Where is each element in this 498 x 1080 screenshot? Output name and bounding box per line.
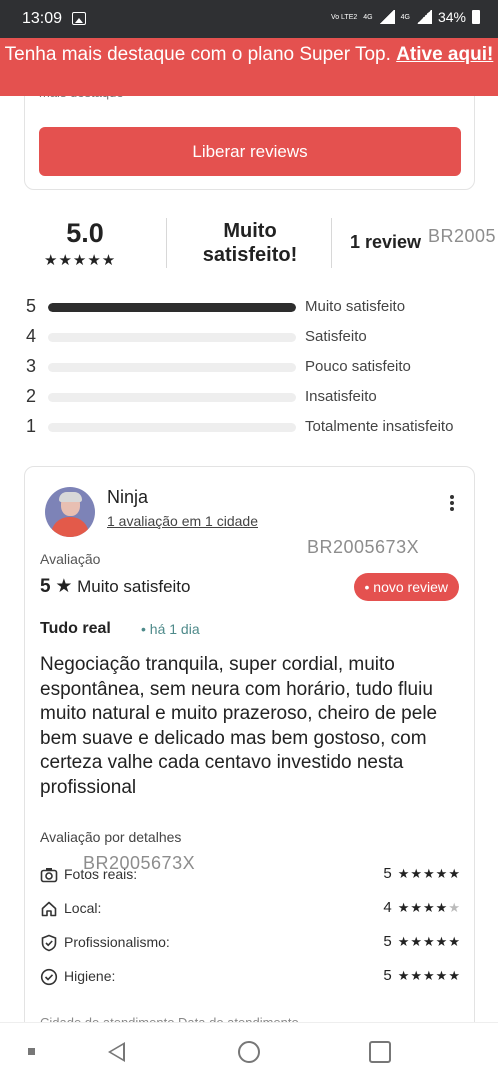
detail-value: 5 ★★★★★ [383,967,461,984]
distribution-level: 3 [26,356,37,376]
detail-value: 4 ★★★★★ [383,899,461,916]
stars: ★★★★★ [397,968,461,983]
battery-icon [472,10,480,24]
status-bar: 13:09 Vo LTE2 4G 4G 34% [0,0,498,38]
distribution-track [48,303,296,312]
distribution-row: 3 Pouco satisfeito [0,356,498,378]
back-icon[interactable] [108,1042,125,1062]
distribution-track [48,423,296,432]
review-card: Ninja 1 avaliação em 1 cidade BR2005673X… [24,466,475,1046]
distribution-label: Insatisfeito [305,388,377,405]
distribution-level: 4 [26,326,37,346]
gallery-notification-icon [72,12,86,25]
promo-link[interactable]: Ative aqui! [396,44,493,65]
review-count[interactable]: 1 review [350,232,421,253]
review-text: Negociação tranquila, super cordial, mui… [40,654,438,798]
unlock-reviews-button[interactable]: Liberar reviews [39,127,461,176]
network-a-label: 4G [363,13,373,21]
review-title: Tudo real [40,620,111,637]
detail-value: 5 ★★★★★ [383,865,461,882]
detail-row: Profissionalismo: 5 ★★★★★ [40,933,461,955]
reviewer-summary-link[interactable]: 1 avaliação em 1 cidade [107,513,258,529]
distribution-fill [48,303,296,312]
review-rating: 5 ★ Muito satisfeito [40,575,190,598]
promo-text: Tenha mais destaque com o plano Super To… [4,44,397,65]
check-circle-icon [40,968,58,986]
stars: ★★★★★ [397,934,461,949]
network-b-label: 4G [400,13,410,21]
review-time: • há 1 dia [141,621,200,637]
recent-apps-icon[interactable] [369,1041,391,1063]
satisfaction-label: Muito satisfeito! [202,220,298,266]
signal-icon [415,10,432,24]
review-rating-text: Muito satisfeito [77,577,191,596]
distribution-track [48,363,296,372]
shield-check-icon [41,934,57,952]
avatar [45,487,95,537]
battery-percent: 34% [437,9,466,25]
clock: 13:09 [22,10,63,27]
detail-label: Higiene: [64,968,116,984]
divider [331,218,332,268]
reviewer-name: Ninja [107,487,149,507]
divider [166,218,167,268]
volte-indicator: Vo LTE2 [330,13,358,21]
nav-indicator-icon[interactable] [28,1048,35,1055]
home-button-icon[interactable] [238,1041,260,1063]
distribution-row: 2 Insatisfeito [0,386,498,408]
home-icon [41,901,57,917]
distribution-level: 2 [26,386,37,406]
star-icon: ★ [55,576,73,597]
detail-value: 5 ★★★★★ [383,933,461,950]
distribution-row: 1 Totalmente insatisfeito [0,416,498,438]
distribution-label: Totalmente insatisfeito [305,418,454,435]
rating-summary: 5.0 ★★★★★ Muito satisfeito! 1 review BR2… [0,210,498,280]
distribution-label: Muito satisfeito [305,298,406,315]
average-stars: ★★★★★ [44,252,117,269]
detail-row: Higiene: 5 ★★★★★ [40,967,461,989]
distribution-row: 4 Satisfeito [0,326,498,348]
new-review-badge: • novo review [353,573,459,601]
detail-label: Local: [64,900,102,916]
review-rating-value: 5 [40,576,51,597]
distribution-track [48,393,296,402]
rating-label: Avaliação [40,551,101,567]
watermark: BR2005673X [83,853,196,873]
watermark: BR2005673X [307,537,420,557]
system-nav-bar [0,1022,498,1080]
distribution-label: Satisfeito [305,328,367,345]
detail-label: Profissionalismo: [64,934,170,950]
detail-row: Local: 4 ★★★★★ [40,899,461,921]
distribution-label: Pouco satisfeito [305,358,411,375]
stars: ★★★★★ [397,900,461,915]
average-score: 5.0 [66,218,104,248]
distribution-track [48,333,296,342]
distribution-row: 5 Muito satisfeito [0,296,498,318]
distribution-level: 5 [26,296,37,316]
signal-icon [378,10,395,24]
camera-icon [40,868,58,883]
watermark: BR2005 [428,226,497,246]
distribution-level: 1 [26,416,37,436]
details-title: Avaliação por detalhes [40,829,182,845]
promo-banner[interactable]: Tenha mais destaque com o plano Super To… [0,38,498,96]
stars: ★★★★★ [397,866,461,881]
more-options-icon[interactable] [450,495,454,511]
